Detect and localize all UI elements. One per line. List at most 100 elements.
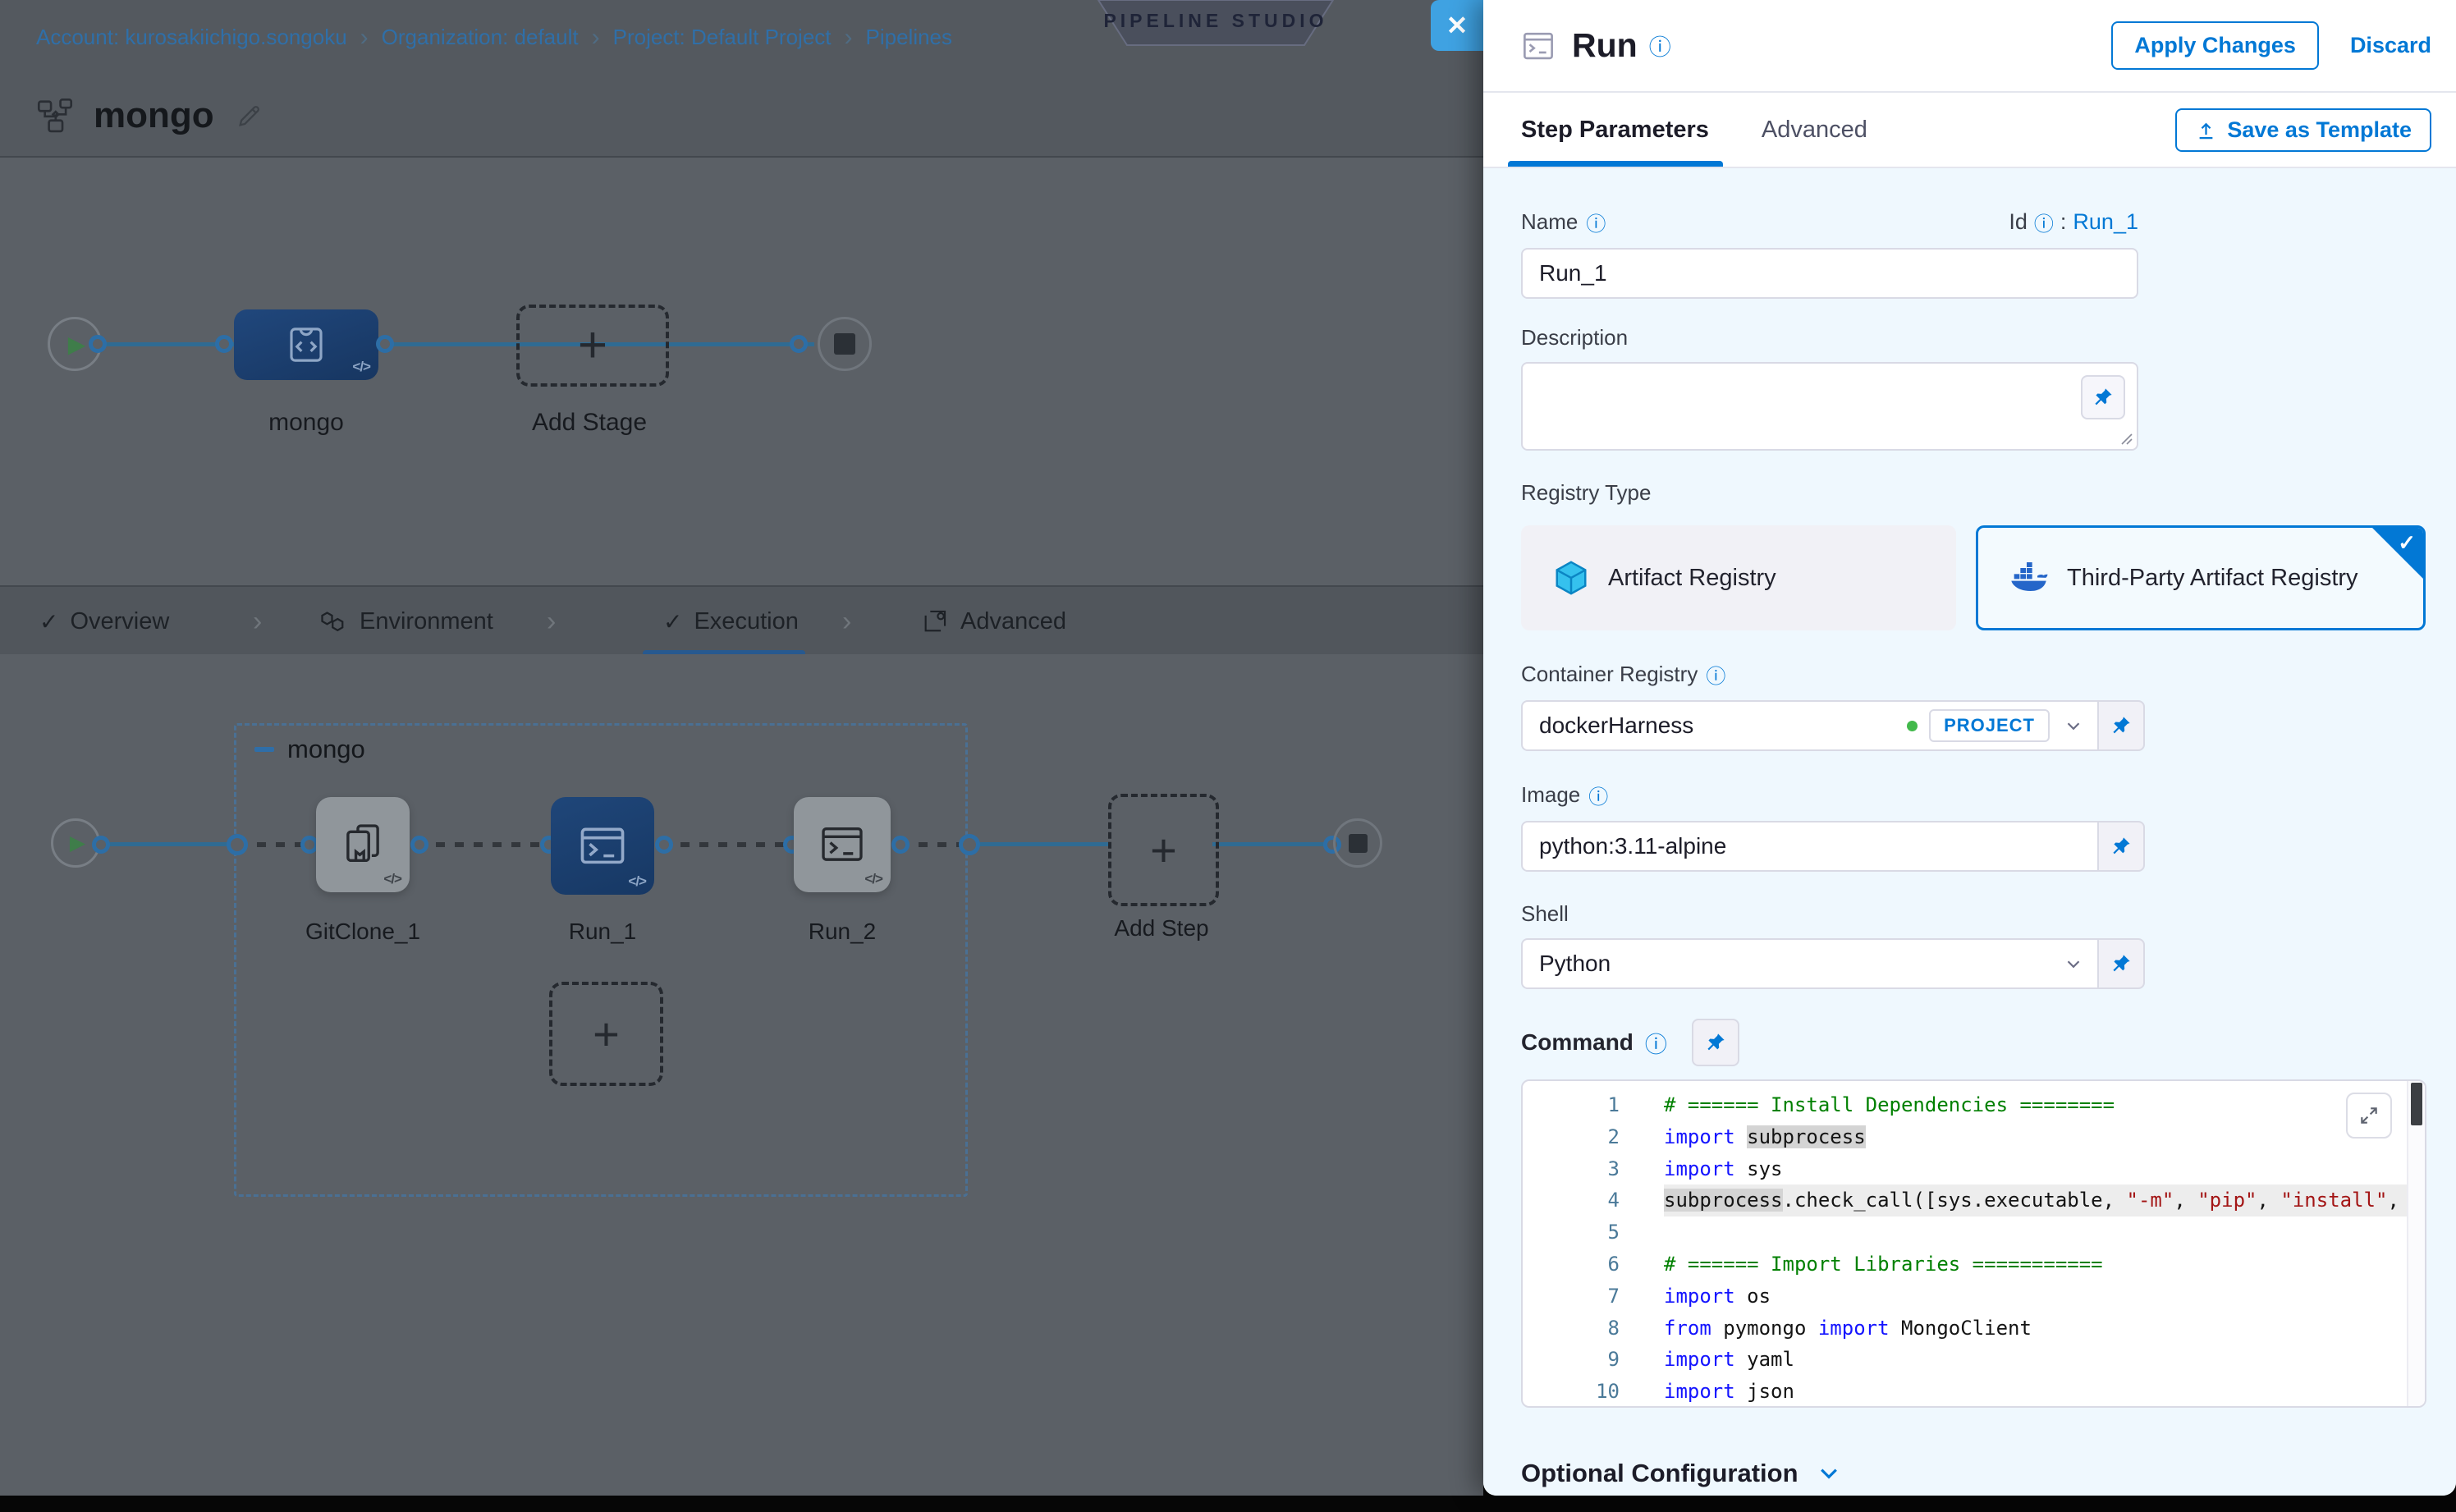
runtime-input-pin-button[interactable] — [2097, 821, 2145, 872]
connectivity-status-dot — [1907, 721, 1918, 731]
chevron-down-icon — [2063, 953, 2084, 974]
code-line: import os — [1664, 1281, 2407, 1313]
image-input[interactable]: python:3.11-alpine — [1521, 821, 2097, 872]
tab-advanced[interactable]: Advanced — [921, 587, 1066, 656]
breadcrumb-organization[interactable]: Organization: default — [382, 25, 579, 50]
play-icon: ▶ — [68, 331, 86, 358]
connector-port[interactable] — [410, 836, 428, 854]
artifact-registry-icon — [1552, 559, 1590, 597]
connector-port[interactable] — [790, 335, 808, 353]
registry-option-artifact-registry[interactable]: Artifact Registry — [1521, 525, 1956, 630]
breadcrumb-account[interactable]: Account: kurosakiichigo.songoku — [36, 25, 347, 50]
connector-port[interactable] — [891, 836, 910, 854]
info-icon[interactable]: ⓘ — [2034, 208, 2054, 236]
line-number: 3 — [1523, 1153, 1620, 1185]
container-registry-select[interactable]: dockerHarness PROJECT — [1521, 700, 2097, 751]
description-textarea[interactable] — [1521, 362, 2138, 451]
collapse-group-icon[interactable] — [254, 747, 274, 752]
apply-changes-label: Apply Changes — [2134, 33, 2296, 58]
add-step-below-button[interactable]: + — [549, 982, 663, 1086]
image-field-label: Image ⓘ — [1521, 781, 2456, 809]
execution-end-node — [1333, 818, 1382, 868]
chevron-down-icon — [1817, 1461, 1841, 1486]
connector-port[interactable] — [376, 335, 394, 353]
image-label-text: Image — [1521, 782, 1580, 808]
step-label: Run_1 — [533, 919, 672, 945]
code-line: from pymongo import MongoClient — [1664, 1313, 2407, 1345]
container-registry-value: dockerHarness — [1539, 712, 1907, 739]
tab-advanced-drawer[interactable]: Advanced — [1762, 117, 1867, 144]
command-code-editor[interactable]: 1# ====== Install Dependencies ======== … — [1521, 1079, 2426, 1408]
editor-scrollbar[interactable] — [2407, 1081, 2425, 1406]
step-id-value[interactable]: Run_1 — [2073, 209, 2138, 235]
stage-node-mongo[interactable]: </> — [234, 309, 378, 380]
editor-scrollbar-thumb[interactable] — [2411, 1083, 2422, 1125]
code-badge-icon: </> — [864, 871, 882, 887]
pipeline-end-node — [818, 317, 872, 371]
tab-step-parameters[interactable]: Step Parameters — [1521, 117, 1709, 144]
info-icon[interactable]: ⓘ — [1588, 781, 1608, 809]
add-step-button[interactable]: + — [1108, 794, 1219, 906]
tab-environment[interactable]: Environment — [318, 587, 493, 656]
code-line: # ====== Install Dependencies ======== — [1664, 1089, 2407, 1121]
step-node-run1[interactable]: </> — [551, 797, 654, 895]
breadcrumb-project[interactable]: Project: Default Project — [613, 25, 832, 50]
command-field-label: Command — [1521, 1029, 1634, 1056]
add-stage-button[interactable]: + — [516, 305, 669, 387]
shell-select[interactable]: Python — [1521, 938, 2097, 989]
step-label: Run_2 — [772, 919, 912, 945]
edit-pipeline-name-icon[interactable] — [236, 102, 263, 130]
upload-icon — [2195, 119, 2217, 141]
line-number: 8 — [1523, 1313, 1620, 1345]
step-edge-dotted — [417, 842, 547, 847]
plus-icon: + — [1150, 827, 1177, 873]
runtime-input-pin-button[interactable] — [2097, 938, 2145, 989]
image-field: python:3.11-alpine — [1521, 821, 2145, 872]
stage-tab-bar: ✓ Overview › Environment › ✓ Execution ›… — [0, 585, 1483, 657]
info-icon[interactable]: ⓘ — [1586, 208, 1606, 236]
chevron-right-icon: › — [547, 587, 556, 656]
play-icon: ▶ — [70, 831, 85, 855]
advanced-icon — [921, 607, 949, 635]
discard-button[interactable]: Discard — [2350, 33, 2431, 58]
connector-port[interactable] — [89, 335, 107, 353]
resize-handle-icon[interactable] — [2119, 432, 2133, 445]
connector-port[interactable] — [215, 335, 233, 353]
registry-option-third-party[interactable]: Third-Party Artifact Registry ✓ — [1976, 525, 2426, 630]
tab-overview[interactable]: ✓ Overview — [39, 587, 169, 656]
expand-editor-button[interactable] — [2346, 1093, 2392, 1139]
step-node-run2[interactable]: </> — [794, 797, 891, 892]
connector-port[interactable] — [227, 834, 248, 855]
line-number: 2 — [1523, 1121, 1620, 1153]
info-icon[interactable]: ⓘ — [1649, 30, 1671, 62]
step-node-gitclone[interactable]: </> — [316, 797, 410, 892]
optional-configuration-toggle[interactable]: Optional Configuration — [1521, 1459, 2456, 1488]
runtime-input-pin-button[interactable] — [2097, 700, 2145, 751]
line-number: 5 — [1523, 1216, 1620, 1249]
connector-port[interactable] — [92, 836, 110, 854]
step-group-mongo: mongo — [234, 723, 968, 1197]
info-icon[interactable]: ⓘ — [1706, 660, 1725, 689]
id-separator: : — [2060, 209, 2067, 235]
shell-field: Python — [1521, 938, 2145, 989]
close-drawer-button[interactable]: ✕ — [1431, 0, 1483, 51]
runtime-input-pin-button[interactable] — [2081, 375, 2125, 419]
pipeline-name: mongo — [94, 95, 214, 136]
step-edge-dotted — [238, 842, 310, 847]
line-number: 4 — [1523, 1184, 1620, 1216]
code-area[interactable]: 1# ====== Install Dependencies ======== … — [1523, 1081, 2407, 1406]
tab-advanced-label: Advanced — [960, 608, 1066, 635]
connector-port[interactable] — [655, 836, 673, 854]
info-icon[interactable]: ⓘ — [1645, 1027, 1667, 1059]
save-as-template-button[interactable]: Save as Template — [2175, 108, 2431, 152]
runtime-input-pin-button[interactable] — [1692, 1019, 1739, 1066]
apply-changes-button[interactable]: Apply Changes — [2111, 21, 2319, 70]
description-label-text: Description — [1521, 325, 1628, 351]
shell-field-label: Shell — [1521, 901, 2456, 927]
tab-execution[interactable]: ✓ Execution — [663, 587, 799, 656]
breadcrumb-separator-icon: › — [592, 24, 600, 52]
connector-port[interactable] — [959, 834, 980, 855]
name-input[interactable]: Run_1 — [1521, 248, 2138, 299]
breadcrumb-pipelines[interactable]: Pipelines — [866, 25, 953, 50]
code-line: import yaml — [1664, 1344, 2407, 1376]
